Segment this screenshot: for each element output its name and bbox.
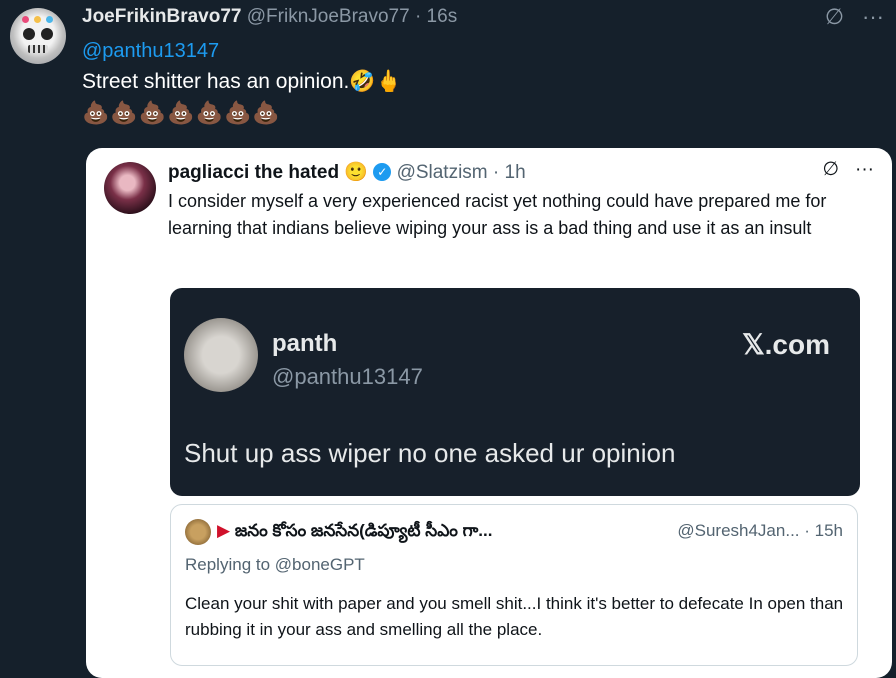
- quoted-tweet-card[interactable]: pagliacci the hated 🙂 ✓ @Slatzism · 1h ∅…: [86, 148, 892, 678]
- quoted-author-handle[interactable]: @Slatzism: [397, 162, 488, 183]
- grok-icon[interactable]: ∅: [822, 158, 839, 181]
- replying-to-label: Replying to @boneGPT: [185, 555, 365, 574]
- reply-time: · 15h: [804, 521, 843, 540]
- avatar-skull-eye: [41, 28, 53, 40]
- nested-reply-card[interactable]: ▶ జనం కోసం జనసేన(డిప్యూటీ సీఎం గా... @Su…: [170, 504, 858, 666]
- author-avatar[interactable]: [10, 8, 66, 64]
- reply-mention[interactable]: @panthu13147: [82, 40, 219, 63]
- embedded-author-name: panth: [272, 330, 338, 357]
- verified-badge-icon: ✓: [373, 163, 392, 181]
- author-name[interactable]: JoeFrikinBravo77: [82, 6, 241, 27]
- reply-author-name: జనం కోసం జనసేన(డిప్యూటీ సీఎం గా...: [234, 521, 493, 540]
- more-icon[interactable]: ···: [855, 159, 874, 181]
- quoted-tweet-actions: ∅ ···: [822, 158, 874, 181]
- reply-author-handle: @Suresh4Jan...: [677, 521, 800, 540]
- tweet-header: JoeFrikinBravo77 @FriknJoeBravo77 · 16s: [82, 6, 457, 28]
- more-icon[interactable]: ···: [862, 4, 884, 30]
- grok-icon[interactable]: ∅: [825, 4, 844, 30]
- avatar-flower-decoration: [46, 16, 53, 23]
- avatar-skull-eye: [23, 28, 35, 40]
- tweet-emoji-row: 💩💩💩💩💩💩💩: [82, 100, 281, 125]
- quoted-author-name[interactable]: pagliacci the hated: [168, 162, 339, 183]
- quoted-author-avatar[interactable]: [104, 162, 156, 214]
- avatar-flower-decoration: [22, 16, 29, 23]
- reply-meta: @Suresh4Jan... · 15h: [677, 521, 843, 541]
- quoted-tweet-time[interactable]: · 1h: [493, 162, 526, 183]
- avatar-flower-decoration: [34, 16, 41, 23]
- embedded-author-handle: @panthu13147: [272, 364, 423, 389]
- reply-header: ▶ జనం కోసం జనసేన(డిప్యూటీ సీఎం గా...: [217, 521, 492, 545]
- embedded-tweet-card[interactable]: panth @panthu13147 𝕏.com Shut up ass wip…: [170, 288, 860, 496]
- author-handle[interactable]: @FriknJoeBravo77: [247, 6, 410, 27]
- red-flag-icon: ▶: [217, 521, 231, 540]
- tweet-actions: ∅ ···: [825, 4, 884, 30]
- quoted-author-emoji: 🙂: [344, 162, 368, 183]
- embedded-author-avatar: [184, 318, 258, 392]
- avatar-skull-teeth: [28, 45, 48, 53]
- tweet-text: Street shitter has an opinion.🤣🖕: [82, 70, 402, 93]
- quoted-tweet-header: pagliacci the hated 🙂 ✓ @Slatzism · 1h: [168, 160, 526, 184]
- quoted-tweet-text: I consider myself a very experienced rac…: [168, 191, 827, 238]
- reply-author-avatar: [185, 519, 211, 545]
- x-logo-icon: 𝕏.com: [742, 329, 830, 360]
- reply-text: Clean your shit with paper and you smell…: [185, 594, 844, 639]
- tweet-time[interactable]: · 16s: [415, 6, 457, 27]
- embedded-tweet-text: Shut up ass wiper no one asked ur opinio…: [184, 438, 676, 468]
